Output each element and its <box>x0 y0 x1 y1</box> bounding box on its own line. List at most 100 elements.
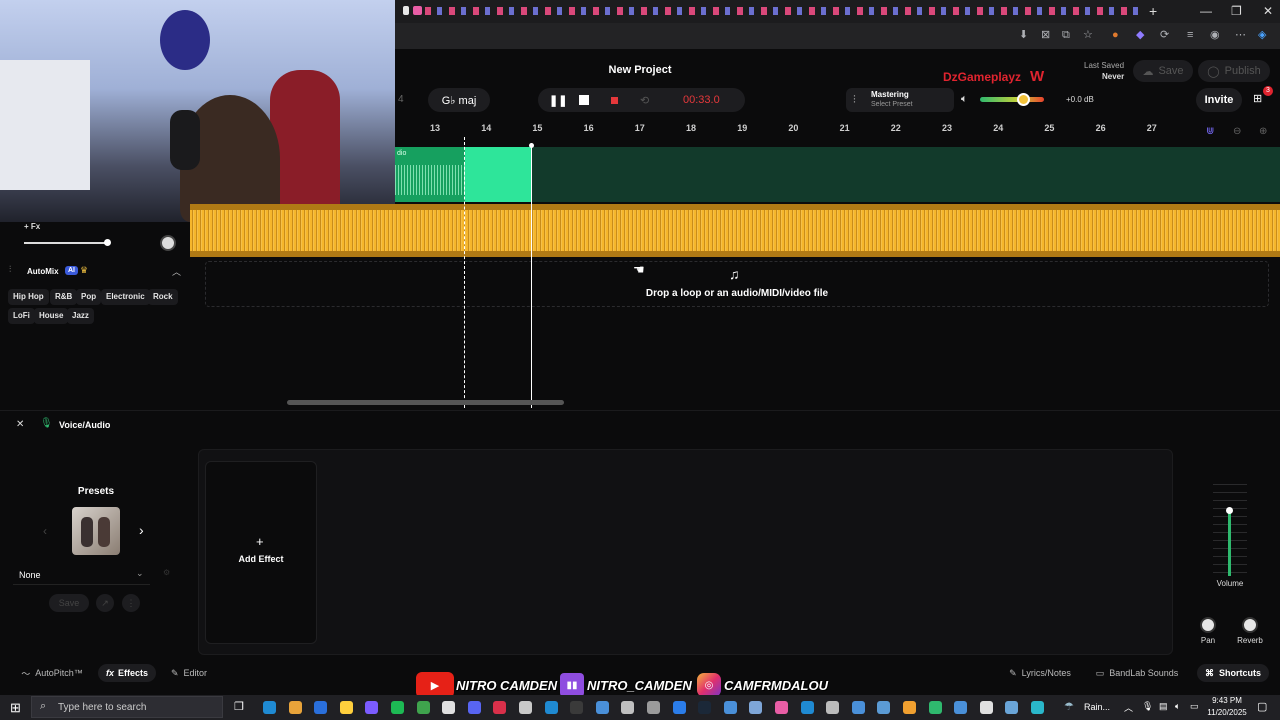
genre-chip[interactable]: R&B <box>50 289 78 305</box>
track-fx-button[interactable]: + Fx <box>24 222 40 231</box>
preset-share-icon[interactable]: ↗ <box>96 594 114 612</box>
task-view-icon[interactable]: ❐ <box>234 700 244 713</box>
taskbar-app-icon[interactable] <box>570 701 584 714</box>
track-volume-knob[interactable] <box>104 239 111 246</box>
genre-chip[interactable]: LoFi <box>8 308 35 324</box>
taskbar-app-icon[interactable] <box>595 701 609 714</box>
preset-save-button[interactable]: Save <box>49 594 89 612</box>
project-title[interactable]: New Project <box>600 64 680 76</box>
track-pan-knob[interactable] <box>160 235 176 251</box>
loop-icon[interactable]: ⟲ <box>640 94 649 107</box>
timeline-scrollbar[interactable] <box>287 400 564 405</box>
taskbar-app-icon[interactable] <box>903 701 916 714</box>
download-icon[interactable]: ⬇ <box>1019 30 1028 41</box>
taskbar-app-icon[interactable] <box>365 701 379 714</box>
volume-fader-knob[interactable] <box>1226 507 1233 514</box>
genre-chip[interactable]: Jazz <box>67 308 94 324</box>
windows-start-icon[interactable]: ⊞ <box>10 700 21 716</box>
pan-knob[interactable] <box>1200 617 1216 633</box>
playhead-handle[interactable] <box>529 143 534 148</box>
taskbar-app-icon[interactable] <box>749 701 763 714</box>
weather-text[interactable]: Rain... <box>1084 702 1110 712</box>
close-panel-icon[interactable]: ✕ <box>16 419 24 430</box>
preset-next-icon[interactable]: › <box>139 522 144 538</box>
taskbar-app-icon[interactable] <box>263 701 276 714</box>
taskbar-app-icon[interactable] <box>544 701 558 714</box>
taskbar-app-icon[interactable] <box>698 701 712 714</box>
taskbar-app-icon[interactable] <box>339 701 353 714</box>
automix-header[interactable]: ⫶ AutoMix AI ♛ ︿ <box>0 264 190 280</box>
stop-icon[interactable] <box>579 95 589 105</box>
playhead-line[interactable] <box>531 143 532 408</box>
taskbar-app-icon[interactable] <box>672 701 686 714</box>
favorite-icon[interactable]: ☆ <box>1083 30 1093 41</box>
beats-indicator[interactable]: 4 <box>398 94 404 105</box>
taskbar-app-icon[interactable] <box>954 701 968 714</box>
genre-chip[interactable]: Electronic <box>101 289 150 305</box>
tab-icon[interactable] <box>413 6 422 15</box>
record-icon[interactable] <box>611 96 618 104</box>
taskbar-app-icon[interactable] <box>826 701 840 714</box>
genre-chip[interactable]: Rock <box>148 289 178 305</box>
close-window-icon[interactable]: ✕ <box>1263 4 1273 18</box>
audio-track-beat[interactable] <box>190 204 1280 257</box>
snap-icon[interactable]: ⋓ <box>1206 126 1214 137</box>
preset-prev-icon[interactable]: ‹ <box>43 524 47 538</box>
maximize-icon[interactable]: ❐ <box>1231 4 1242 18</box>
tab-effects[interactable]: fx Effects <box>98 664 156 682</box>
audio-track-vocal[interactable]: dio <box>395 147 1280 202</box>
zoom-out-icon[interactable]: ⊖ <box>1233 126 1241 137</box>
taskbar-app-icon[interactable] <box>1005 701 1019 714</box>
taskbar-app-icon[interactable] <box>314 701 328 714</box>
master-volume-slider[interactable] <box>980 93 1044 106</box>
taskbar-app-icon[interactable] <box>851 701 865 714</box>
taskbar-app-icon[interactable] <box>442 701 456 714</box>
tab-icons-row[interactable] <box>425 7 1145 15</box>
preset-more-icon[interactable]: ⋮ <box>122 594 140 612</box>
tab-editor[interactable]: ✎ Editor <box>162 664 216 682</box>
preset-settings-icon[interactable]: ⚙ <box>163 568 170 577</box>
volume-tray-icon[interactable]: 🔈︎ <box>1175 701 1180 712</box>
share-icon[interactable]: ⧉ <box>1062 30 1070 41</box>
gift-icon[interactable]: ⊞ <box>1253 92 1262 105</box>
collapse-chevron-icon[interactable]: ︿ <box>172 265 181 278</box>
zoom-in-icon[interactable]: ⊕ <box>1259 126 1267 137</box>
taskbar-app-icon[interactable] <box>647 701 660 714</box>
bandlab-sounds-button[interactable]: ▭ BandLab Sounds <box>1089 664 1185 682</box>
taskbar-app-icon[interactable] <box>621 701 635 714</box>
taskbar-app-icon[interactable] <box>467 701 481 714</box>
profile-avatar-icon[interactable]: ◉ <box>1210 30 1220 41</box>
tab-autopitch[interactable]: 〜 AutoPitch™ <box>10 664 94 682</box>
taskbar-app-icon[interactable] <box>800 701 814 714</box>
taskbar-app-icon[interactable] <box>288 701 302 714</box>
mastering-button[interactable]: ⫶ Mastering Select Preset <box>846 88 954 112</box>
volume-fader-track[interactable] <box>1228 510 1231 576</box>
taskbar-app-icon[interactable] <box>723 701 737 714</box>
new-tab-icon[interactable]: + <box>1149 3 1157 19</box>
tray-chevron-icon[interactable]: ︿ <box>1124 701 1133 714</box>
taskbar-app-icon[interactable] <box>979 701 993 714</box>
favorites-bar-icon[interactable]: ≡ <box>1187 30 1193 41</box>
extension-icon[interactable]: ⊠ <box>1041 30 1050 41</box>
publish-button[interactable]: ◯ Publish <box>1198 60 1270 82</box>
taskbar-app-icon[interactable] <box>775 701 788 714</box>
preset-thumbnail[interactable] <box>72 507 120 555</box>
more-menu-icon[interactable]: ⋯ <box>1235 30 1246 41</box>
taskbar-search[interactable]: ⌕ Type here to search <box>31 696 223 718</box>
master-volume-knob[interactable] <box>1017 93 1030 106</box>
copilot-icon[interactable]: ◈ <box>1258 30 1266 41</box>
sync-icon[interactable]: ⟳ <box>1160 30 1169 41</box>
loop-start-marker[interactable] <box>464 137 465 408</box>
taskbar-date[interactable]: 11/20/2025 <box>1203 708 1251 717</box>
notifications-icon[interactable]: ▢ <box>1257 700 1267 713</box>
track-volume-slider[interactable] <box>24 239 111 246</box>
shortcuts-button[interactable]: ⌘ Shortcuts <box>1197 664 1269 682</box>
genre-chip[interactable]: Hip Hop <box>8 289 49 305</box>
taskbar-app-icon[interactable] <box>877 701 891 714</box>
tab-icon[interactable] <box>403 6 409 15</box>
taskbar-time[interactable]: 9:43 PM <box>1207 696 1247 705</box>
lyrics-button[interactable]: ✎ Lyrics/Notes <box>998 664 1082 682</box>
display-tray-icon[interactable]: ▭ <box>1190 701 1199 712</box>
reverb-knob[interactable] <box>1242 617 1258 633</box>
mic-tray-icon[interactable]: 🎙︎ <box>1142 701 1153 712</box>
